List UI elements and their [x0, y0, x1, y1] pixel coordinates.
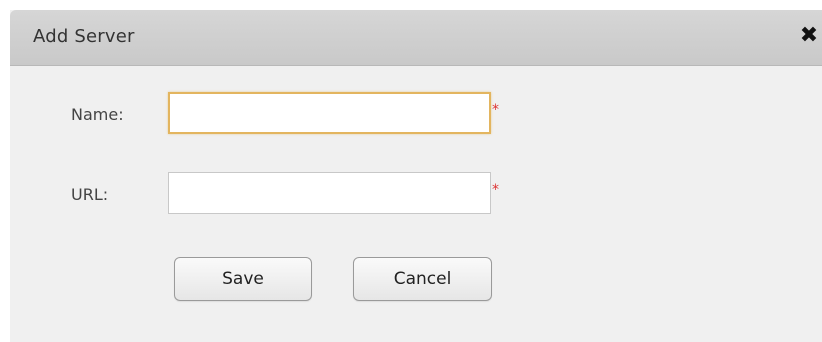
save-button[interactable]: Save [174, 257, 312, 301]
name-required-marker: * [492, 102, 499, 118]
name-input[interactable] [168, 92, 491, 134]
url-input[interactable] [168, 172, 491, 214]
dialog-titlebar: Add Server ✖ [10, 10, 822, 66]
dialog-title: Add Server [33, 26, 135, 47]
name-label: Name: [71, 105, 124, 124]
cancel-button[interactable]: Cancel [353, 257, 492, 301]
url-required-marker: * [492, 182, 499, 198]
close-icon[interactable]: ✖ [798, 24, 820, 48]
url-label: URL: [71, 185, 109, 204]
add-server-dialog: Add Server ✖ Name: * URL: * Save Cancel [10, 10, 822, 342]
